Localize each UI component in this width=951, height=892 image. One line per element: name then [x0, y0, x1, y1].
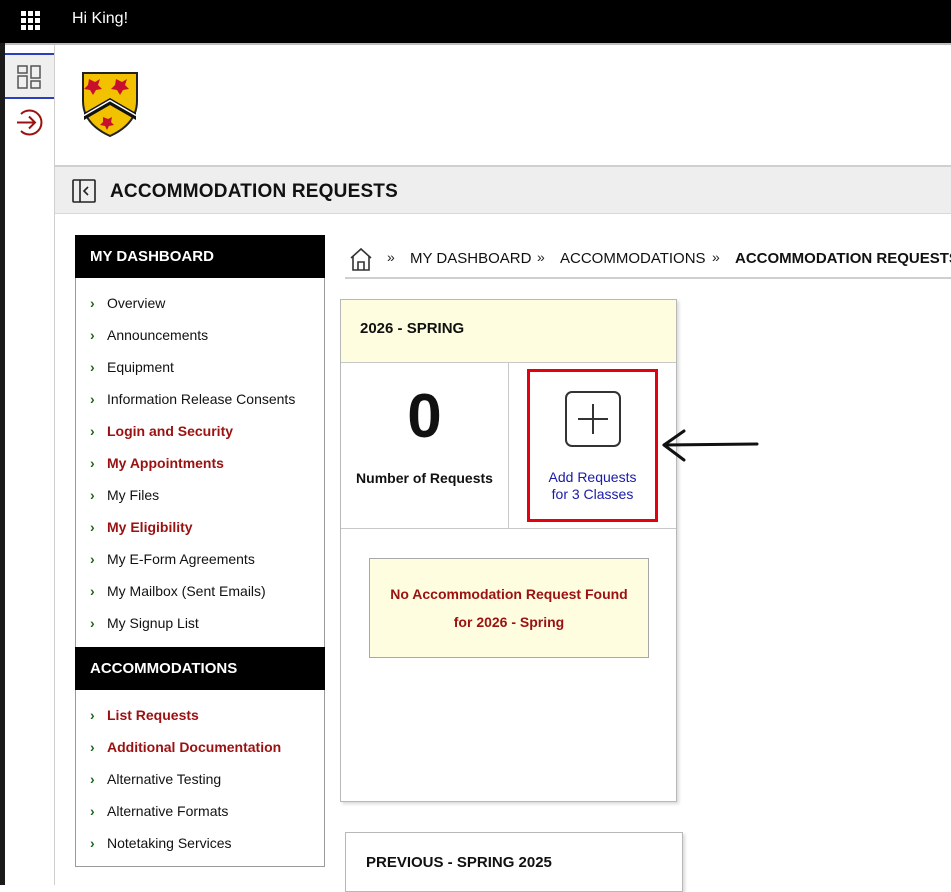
request-count: 0	[407, 382, 442, 451]
rail-dashboard-button[interactable]	[5, 53, 54, 99]
menu-item-label: Announcements	[107, 327, 209, 343]
term-title: 2026 - SPRING	[360, 320, 465, 337]
chevron-right-icon: ›	[90, 327, 95, 343]
menu-item-information-release-consents[interactable]: › Information Release Consents	[90, 389, 295, 409]
add-requests-line-2: for 3 Classes	[551, 486, 634, 502]
menu-item-list-requests[interactable]: › List Requests	[90, 705, 199, 725]
chevron-right-icon: ›	[90, 551, 95, 567]
chevron-right-icon: ›	[90, 615, 95, 631]
menu-item-label: Alternative Testing	[107, 771, 222, 787]
request-count-label: Number of Requests	[356, 470, 493, 486]
menu-item-alternative-formats[interactable]: › Alternative Formats	[90, 801, 228, 821]
previous-term-title: PREVIOUS - SPRING 2025	[366, 854, 552, 871]
add-requests-button[interactable]: Add Requests for 3 Classes	[527, 369, 658, 522]
menu-item-label: Additional Documentation	[107, 739, 282, 755]
sidebar-collapse-icon[interactable]	[72, 179, 96, 203]
menu-item-label: Overview	[107, 295, 166, 311]
arrow-left-icon	[662, 429, 759, 462]
menu-item-equipment[interactable]: › Equipment	[90, 357, 174, 377]
menu-item-label: My E-Form Agreements	[107, 551, 255, 567]
chevron-right-icon: ›	[90, 423, 95, 439]
greeting-text: Hi King!	[72, 10, 129, 27]
menu-item-my-e-form-agreements[interactable]: › My E-Form Agreements	[90, 549, 255, 569]
breadcrumb-my-dashboard[interactable]: MY DASHBOARD	[410, 250, 531, 267]
menu-header-my-dashboard: MY DASHBOARD	[75, 235, 325, 278]
no-requests-line-2: for 2026 - Spring	[453, 614, 565, 630]
term-card-header: 2026 - SPRING	[341, 300, 676, 363]
menu-item-my-appointments[interactable]: › My Appointments	[90, 453, 224, 473]
term-card: 2026 - SPRING 0 Number of Requests Add R…	[340, 299, 677, 802]
menu-item-login-and-security[interactable]: › Login and Security	[90, 421, 233, 441]
breadcrumb-separator-icon: »	[537, 249, 545, 265]
chevron-right-icon: ›	[90, 739, 95, 755]
page-header: ACCOMMODATION REQUESTS	[55, 165, 951, 214]
menu-item-label: My Appointments	[107, 455, 224, 471]
add-requests-link[interactable]: Add Requests for 3 Classes	[530, 469, 655, 503]
menu-item-announcements[interactable]: › Announcements	[90, 325, 208, 345]
chevron-right-icon: ›	[90, 707, 95, 723]
menu-item-notetaking-services[interactable]: › Notetaking Services	[90, 833, 232, 853]
dashboard-menu: MY DASHBOARD › Overview › Announcements › E…	[75, 235, 325, 867]
menu-item-label: Information Release Consents	[107, 391, 296, 407]
chevron-right-icon: ›	[90, 487, 95, 503]
logout-icon[interactable]	[15, 108, 44, 137]
menu-item-overview[interactable]: › Overview	[90, 293, 165, 313]
breadcrumb-current: ACCOMMODATION REQUESTS	[735, 250, 951, 267]
add-requests-line-1: Add Requests	[548, 469, 637, 485]
chevron-right-icon: ›	[90, 455, 95, 471]
menu-item-my-eligibility[interactable]: › My Eligibility	[90, 517, 193, 537]
menu-item-label: Equipment	[107, 359, 174, 375]
menu-item-label: My Files	[107, 487, 160, 503]
home-icon[interactable]	[348, 246, 374, 272]
page-title: ACCOMMODATION REQUESTS	[110, 181, 398, 202]
previous-term-card: PREVIOUS - SPRING 2025	[345, 832, 683, 892]
menu-item-my-signup-list[interactable]: › My Signup List	[90, 613, 199, 633]
chevron-right-icon: ›	[90, 295, 95, 311]
menu-item-my-files[interactable]: › My Files	[90, 485, 159, 505]
menu-item-label: Login and Security	[107, 423, 234, 439]
top-bar: Hi King!	[0, 0, 951, 43]
menu-header-accommodations: ACCOMMODATIONS	[75, 647, 325, 690]
grid-icon[interactable]	[21, 11, 40, 30]
chevron-right-icon: ›	[90, 835, 95, 851]
top-divider	[0, 43, 951, 45]
menu-item-my-mailbox[interactable]: › My Mailbox (Sent Emails)	[90, 581, 266, 601]
chevron-right-icon: ›	[90, 771, 95, 787]
menu-item-label: Alternative Formats	[107, 803, 229, 819]
breadcrumb-separator-icon: »	[387, 249, 395, 265]
no-requests-line-1: No Accommodation Request Found	[390, 586, 628, 602]
menu-item-label: My Mailbox (Sent Emails)	[107, 583, 266, 599]
menu-item-label: Notetaking Services	[107, 835, 232, 851]
university-crest-logo	[82, 72, 138, 138]
breadcrumb-separator-icon: »	[712, 249, 720, 265]
no-requests-notice: No Accommodation Request Found for 2026 …	[369, 558, 649, 658]
chevron-right-icon: ›	[90, 519, 95, 535]
chevron-right-icon: ›	[90, 391, 95, 407]
breadcrumb: » MY DASHBOARD » ACCOMMODATIONS » ACCOMM…	[345, 243, 951, 279]
menu-item-additional-documentation[interactable]: › Additional Documentation	[90, 737, 281, 757]
menu-item-alternative-testing[interactable]: › Alternative Testing	[90, 769, 221, 789]
add-icon	[565, 391, 621, 447]
request-count-cell: 0 Number of Requests	[341, 363, 509, 529]
menu-item-label: My Signup List	[107, 615, 199, 631]
side-rail	[5, 45, 55, 885]
dashboard-icon	[17, 65, 41, 89]
chevron-right-icon: ›	[90, 803, 95, 819]
breadcrumb-accommodations[interactable]: ACCOMMODATIONS	[560, 250, 706, 267]
menu-item-label: List Requests	[107, 707, 199, 723]
chevron-right-icon: ›	[90, 583, 95, 599]
menu-item-label: My Eligibility	[107, 519, 193, 535]
add-requests-cell: Add Requests for 3 Classes	[509, 363, 676, 529]
chevron-right-icon: ›	[90, 359, 95, 375]
